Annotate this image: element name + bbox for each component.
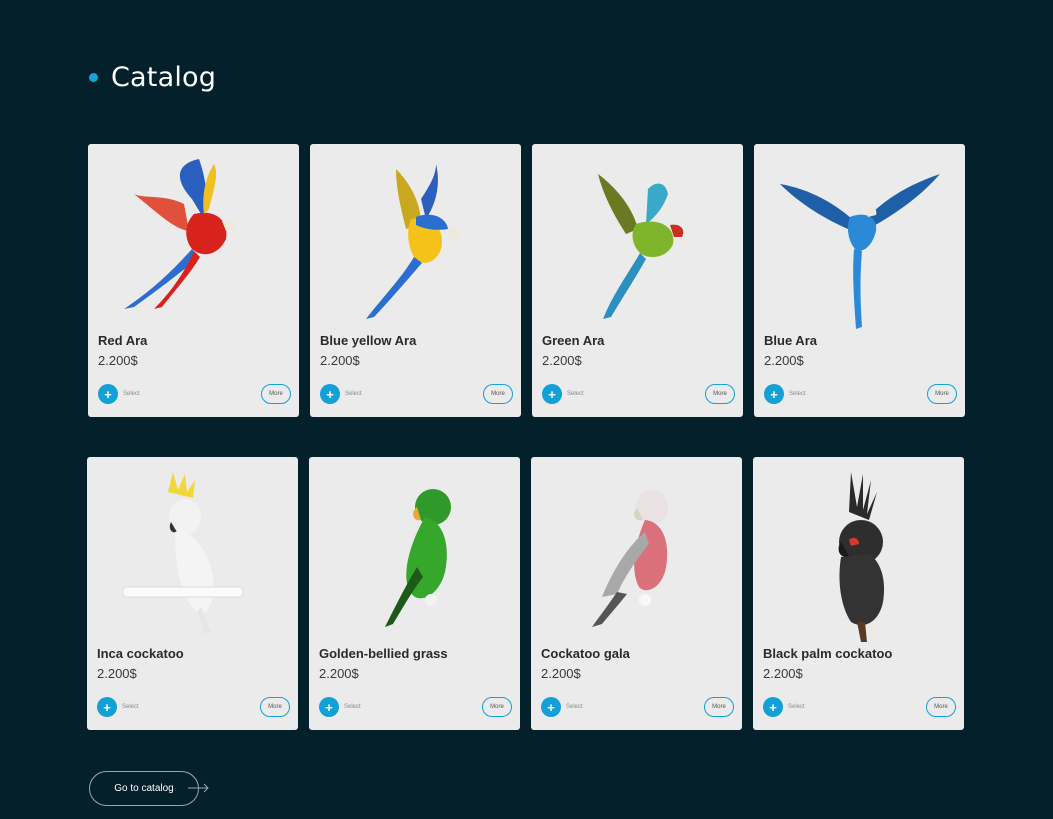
more-button[interactable]: More bbox=[926, 697, 956, 717]
product-price: 2.200$ bbox=[97, 666, 137, 681]
select-label: Select bbox=[567, 391, 584, 397]
select-label: Select bbox=[566, 704, 583, 710]
product-name: Blue Ara bbox=[764, 333, 817, 348]
select-button[interactable]: + Select bbox=[97, 697, 139, 717]
product-name: Golden-bellied grass bbox=[319, 646, 448, 661]
plus-icon: + bbox=[97, 697, 117, 717]
more-button[interactable]: More bbox=[483, 384, 513, 404]
product-card[interactable]: Golden-bellied grass 2.200$ + Select Mor… bbox=[309, 457, 520, 730]
red-macaw-icon bbox=[88, 154, 299, 334]
select-label: Select bbox=[122, 704, 139, 710]
plus-icon: + bbox=[98, 384, 118, 404]
product-card[interactable]: Blue Ara 2.200$ + Select More bbox=[754, 144, 965, 417]
plus-icon: + bbox=[320, 384, 340, 404]
plus-icon: + bbox=[763, 697, 783, 717]
more-button[interactable]: More bbox=[927, 384, 957, 404]
arrow-right-icon bbox=[188, 783, 209, 793]
select-button[interactable]: + Select bbox=[763, 697, 805, 717]
select-label: Select bbox=[345, 391, 362, 397]
more-button[interactable]: More bbox=[260, 697, 290, 717]
product-card[interactable]: Cockatoo gala 2.200$ + Select More bbox=[531, 457, 742, 730]
product-card[interactable]: Black palm cockatoo 2.200$ + Select More bbox=[753, 457, 964, 730]
galah-cockatoo-icon bbox=[531, 467, 742, 647]
green-parrot-icon bbox=[309, 467, 520, 647]
product-price: 2.200$ bbox=[320, 353, 360, 368]
select-label: Select bbox=[123, 391, 140, 397]
product-card[interactable]: Blue yellow Ara 2.200$ + Select More bbox=[310, 144, 521, 417]
more-button[interactable]: More bbox=[261, 384, 291, 404]
select-button[interactable]: + Select bbox=[320, 384, 362, 404]
select-label: Select bbox=[789, 391, 806, 397]
product-price: 2.200$ bbox=[542, 353, 582, 368]
product-row: Red Ara 2.200$ + Select More Blue yellow… bbox=[88, 144, 965, 417]
blue-yellow-macaw-icon bbox=[310, 154, 521, 334]
product-price: 2.200$ bbox=[98, 353, 138, 368]
product-name: Inca cockatoo bbox=[97, 646, 184, 661]
plus-icon: + bbox=[542, 384, 562, 404]
more-button[interactable]: More bbox=[705, 384, 735, 404]
more-button[interactable]: More bbox=[704, 697, 734, 717]
product-name: Green Ara bbox=[542, 333, 605, 348]
product-name: Red Ara bbox=[98, 333, 148, 348]
product-name: Cockatoo gala bbox=[541, 646, 630, 661]
inca-cockatoo-icon bbox=[87, 467, 298, 647]
plus-icon: + bbox=[319, 697, 339, 717]
select-button[interactable]: + Select bbox=[541, 697, 583, 717]
plus-icon: + bbox=[764, 384, 784, 404]
product-card[interactable]: Inca cockatoo 2.200$ + Select More bbox=[87, 457, 298, 730]
product-name: Black palm cockatoo bbox=[763, 646, 893, 661]
more-button[interactable]: More bbox=[482, 697, 512, 717]
select-label: Select bbox=[788, 704, 805, 710]
green-macaw-icon bbox=[532, 154, 743, 334]
select-button[interactable]: + Select bbox=[98, 384, 140, 404]
blue-macaw-icon bbox=[754, 154, 965, 334]
product-name: Blue yellow Ara bbox=[320, 333, 417, 348]
page-header: Catalog bbox=[89, 62, 216, 93]
select-button[interactable]: + Select bbox=[764, 384, 806, 404]
product-card[interactable]: Red Ara 2.200$ + Select More bbox=[88, 144, 299, 417]
product-card[interactable]: Green Ara 2.200$ + Select More bbox=[532, 144, 743, 417]
product-price: 2.200$ bbox=[319, 666, 359, 681]
product-row: Inca cockatoo 2.200$ + Select More Golde… bbox=[87, 457, 964, 730]
product-price: 2.200$ bbox=[764, 353, 804, 368]
select-button[interactable]: + Select bbox=[542, 384, 584, 404]
product-price: 2.200$ bbox=[541, 666, 581, 681]
select-label: Select bbox=[344, 704, 361, 710]
palm-cockatoo-icon bbox=[753, 467, 964, 647]
product-price: 2.200$ bbox=[763, 666, 803, 681]
page-title: Catalog bbox=[111, 62, 217, 93]
go-to-catalog-button[interactable]: Go to catalog bbox=[89, 771, 199, 806]
header-dot bbox=[89, 73, 98, 82]
plus-icon: + bbox=[541, 697, 561, 717]
select-button[interactable]: + Select bbox=[319, 697, 361, 717]
